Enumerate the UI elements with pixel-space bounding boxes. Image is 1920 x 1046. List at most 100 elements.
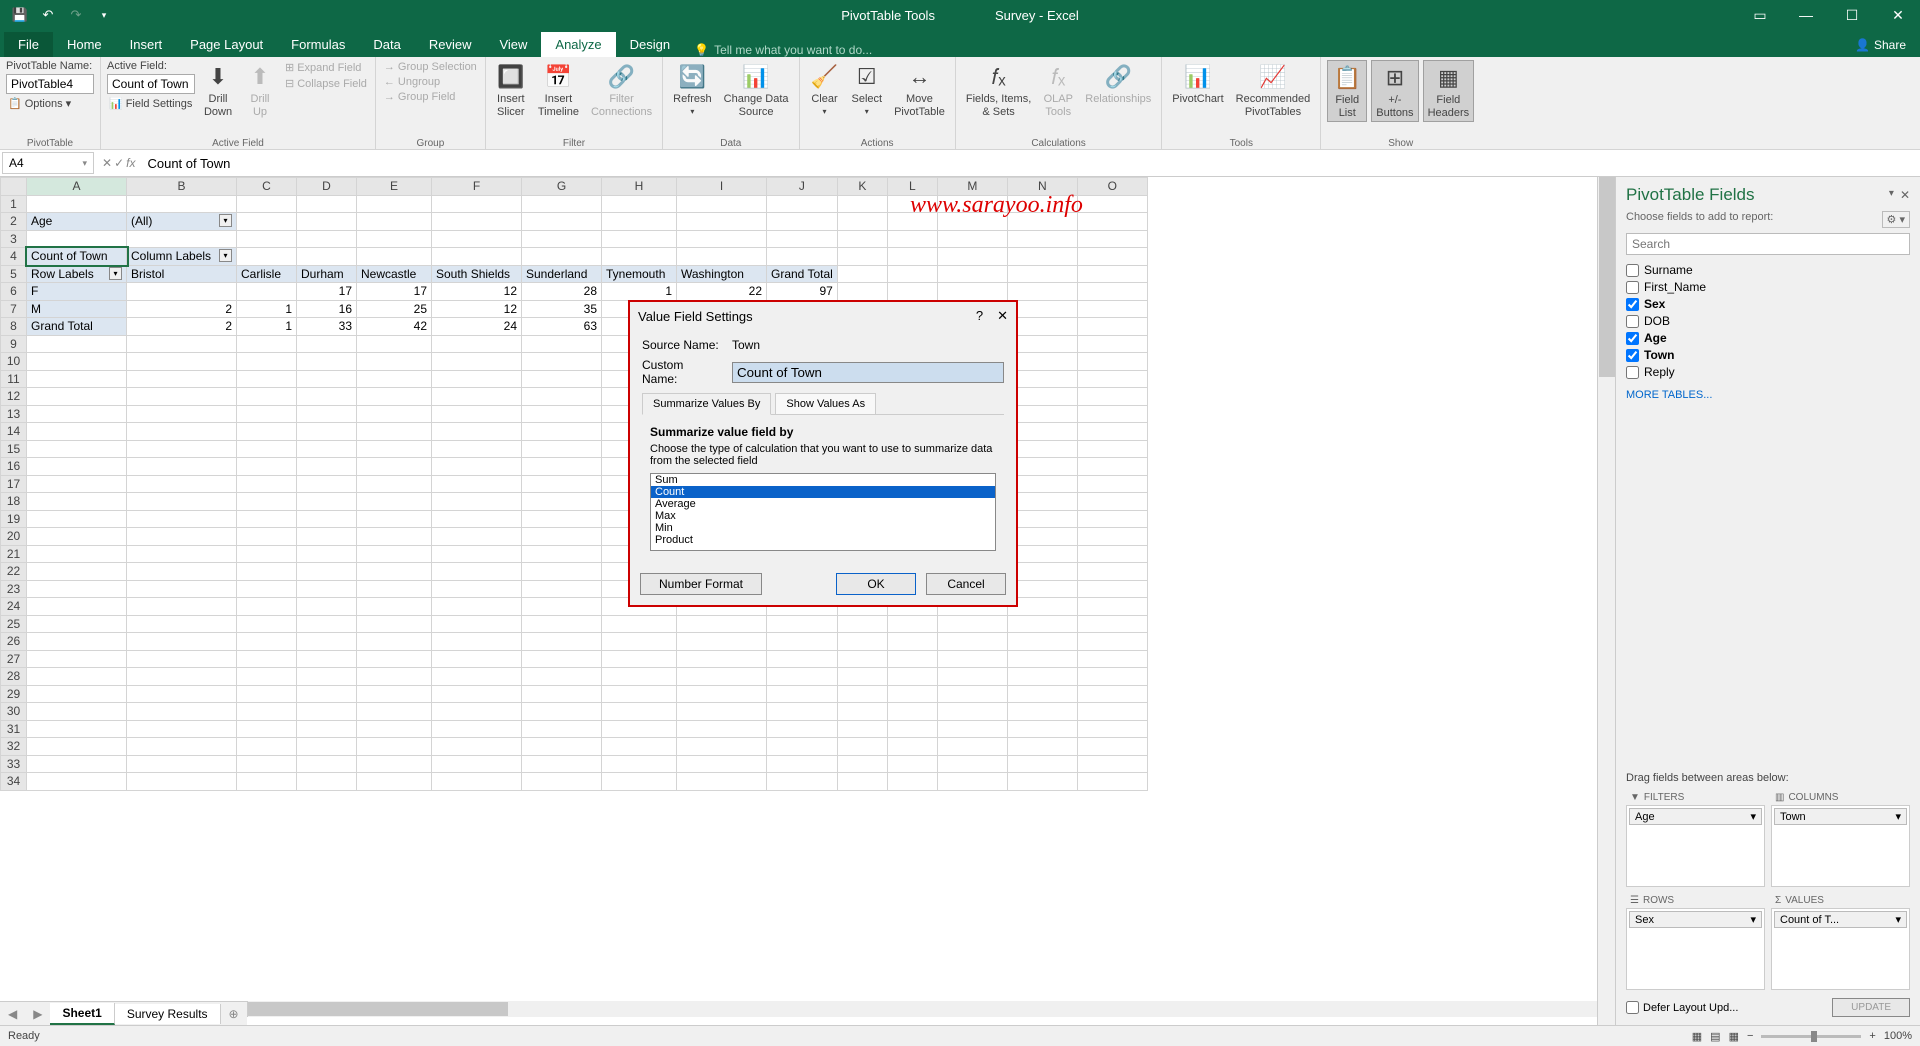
cell[interactable] [357,230,432,248]
group-selection-button[interactable]: → Group Selection [382,60,479,74]
cell[interactable] [237,598,297,616]
columns-area[interactable]: Town▾ [1771,805,1910,887]
cell[interactable] [837,703,887,721]
cell[interactable] [522,405,602,423]
cell[interactable]: 17 [297,283,357,301]
cell[interactable] [937,248,1007,266]
cell[interactable] [237,213,297,231]
cell[interactable] [522,230,602,248]
cell[interactable] [297,755,357,773]
cell[interactable] [432,528,522,546]
cell[interactable] [27,528,127,546]
cell[interactable] [27,423,127,441]
summarize-tab[interactable]: Summarize Values By [642,393,771,415]
cell[interactable] [937,283,1007,301]
cell[interactable] [297,528,357,546]
cell[interactable]: 33 [297,318,357,336]
cell[interactable] [677,230,767,248]
insert-timeline-button[interactable]: 📅Insert Timeline [534,60,583,120]
cell[interactable] [357,668,432,686]
cell[interactable] [237,685,297,703]
cell[interactable] [602,668,677,686]
cell[interactable] [677,668,767,686]
cell[interactable] [1077,580,1147,598]
cell[interactable] [432,685,522,703]
cell[interactable] [127,738,237,756]
cell[interactable] [27,720,127,738]
fields-search-input[interactable] [1626,233,1910,255]
cell[interactable] [937,703,1007,721]
cell[interactable] [27,510,127,528]
cell[interactable] [1077,563,1147,581]
cell[interactable] [522,738,602,756]
cell[interactable] [357,545,432,563]
cell[interactable] [1077,773,1147,791]
field-checkbox[interactable]: Sex [1626,297,1910,311]
cell[interactable]: Tynemouth [602,265,677,283]
cell[interactable] [1077,388,1147,406]
formula-content[interactable]: Count of Town [141,156,1920,171]
close-icon[interactable]: ✕ [1876,0,1920,30]
cell[interactable] [357,423,432,441]
cell[interactable] [127,598,237,616]
cell[interactable] [237,545,297,563]
zoom-out-icon[interactable]: − [1747,1030,1753,1042]
cell[interactable] [887,265,937,283]
cell[interactable] [1077,440,1147,458]
expand-field-button[interactable]: ⊞ Expand Field [283,60,369,75]
row-header[interactable]: 19 [1,510,27,528]
zoom-slider[interactable] [1761,1035,1861,1038]
cell[interactable] [432,738,522,756]
cell[interactable]: Sunderland [522,265,602,283]
cell[interactable] [1077,318,1147,336]
defer-layout-checkbox[interactable]: Defer Layout Upd... [1626,1001,1738,1014]
cell[interactable] [887,650,937,668]
ribbon-options-icon[interactable]: ▭ [1738,0,1782,30]
col-header[interactable]: G [522,178,602,196]
cell[interactable] [237,440,297,458]
cell[interactable] [27,388,127,406]
col-header[interactable]: N [1007,178,1077,196]
cell[interactable]: Carlisle [237,265,297,283]
cell[interactable] [602,773,677,791]
cell[interactable] [602,755,677,773]
row-header[interactable]: 11 [1,370,27,388]
cell[interactable] [297,475,357,493]
cell[interactable] [127,720,237,738]
cell[interactable] [837,633,887,651]
sheet-tab-2[interactable]: Survey Results [115,1004,221,1024]
maximize-icon[interactable]: ☐ [1830,0,1874,30]
cell[interactable] [297,195,357,213]
cell[interactable] [837,213,887,231]
cell[interactable] [1077,738,1147,756]
cell[interactable] [937,230,1007,248]
minimize-icon[interactable]: — [1784,0,1828,30]
cell[interactable]: 1 [602,283,677,301]
tab-home[interactable]: Home [53,32,116,57]
cell[interactable] [522,370,602,388]
cell[interactable] [297,703,357,721]
cell[interactable] [677,633,767,651]
cell[interactable] [937,738,1007,756]
row-header[interactable]: 8 [1,318,27,336]
cell[interactable]: Grand Total [767,265,838,283]
cell[interactable] [1077,353,1147,371]
cell[interactable] [297,685,357,703]
cell[interactable]: 25 [357,300,432,318]
ok-button[interactable]: OK [836,573,916,595]
cell[interactable] [27,563,127,581]
cell[interactable] [767,248,838,266]
cell[interactable] [1077,510,1147,528]
cell[interactable] [237,650,297,668]
cell[interactable] [1077,370,1147,388]
cell[interactable] [297,440,357,458]
cell[interactable] [837,685,887,703]
cell[interactable] [127,335,237,353]
cell[interactable]: 35 [522,300,602,318]
fx-icon[interactable]: fx [126,156,135,170]
cell[interactable] [1007,283,1077,301]
row-header[interactable]: 10 [1,353,27,371]
row-header[interactable]: 5 [1,265,27,283]
row-header[interactable]: 3 [1,230,27,248]
cell[interactable] [602,633,677,651]
